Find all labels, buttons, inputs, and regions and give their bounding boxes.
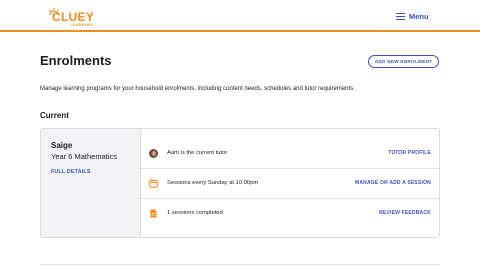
full-details-link[interactable]: FULL DETAILS (51, 169, 91, 175)
student-name: Saige (51, 141, 73, 150)
sessions-row: Sessions every Sunday at 10:00pm MANAGE … (141, 169, 439, 199)
logo-text: CLUEY (52, 10, 95, 24)
page-description: Manage learning programs for your househ… (40, 86, 355, 92)
menu-button[interactable]: Menu (396, 11, 429, 21)
divider (40, 264, 440, 265)
cluey-logo[interactable]: CLUEY LEARNING (48, 8, 96, 30)
student-course: Year 6 Mathematics (51, 152, 118, 161)
menu-label: Menu (409, 11, 429, 21)
tutor-profile-link[interactable]: TUTOR PROFILE (388, 150, 431, 156)
manage-session-link[interactable]: MANAGE OR ADD A SESSION (355, 180, 431, 186)
hamburger-icon (396, 12, 405, 20)
sessions-completed-text: 1 sessions completed (167, 210, 223, 216)
enrolment-card: Saige Year 6 Mathematics FULL DETAILS Aa… (40, 128, 440, 238)
section-title-current: Current (40, 111, 69, 120)
feedback-row: 1 sessions completed REVIEW FEEDBACK (141, 199, 439, 229)
document-icon (150, 209, 157, 218)
review-feedback-link[interactable]: REVIEW FEEDBACK (379, 210, 431, 216)
top-header: CLUEY LEARNING Menu (0, 0, 480, 32)
enrolment-student-panel: Saige Year 6 Mathematics FULL DETAILS (41, 129, 141, 237)
page-title: Enrolments (40, 53, 112, 68)
tutor-avatar-icon (149, 149, 158, 158)
tutor-row: Aarti is the current tutor TUTOR PROFILE (141, 139, 439, 169)
calendar-icon (149, 179, 158, 188)
logo-subtext: LEARNING (70, 23, 94, 27)
add-new-enrolment-button[interactable]: ADD NEW ENROLMENT (368, 55, 439, 68)
tutor-text: Aarti is the current tutor (167, 150, 228, 156)
sessions-text: Sessions every Sunday at 10:00pm (167, 180, 259, 186)
